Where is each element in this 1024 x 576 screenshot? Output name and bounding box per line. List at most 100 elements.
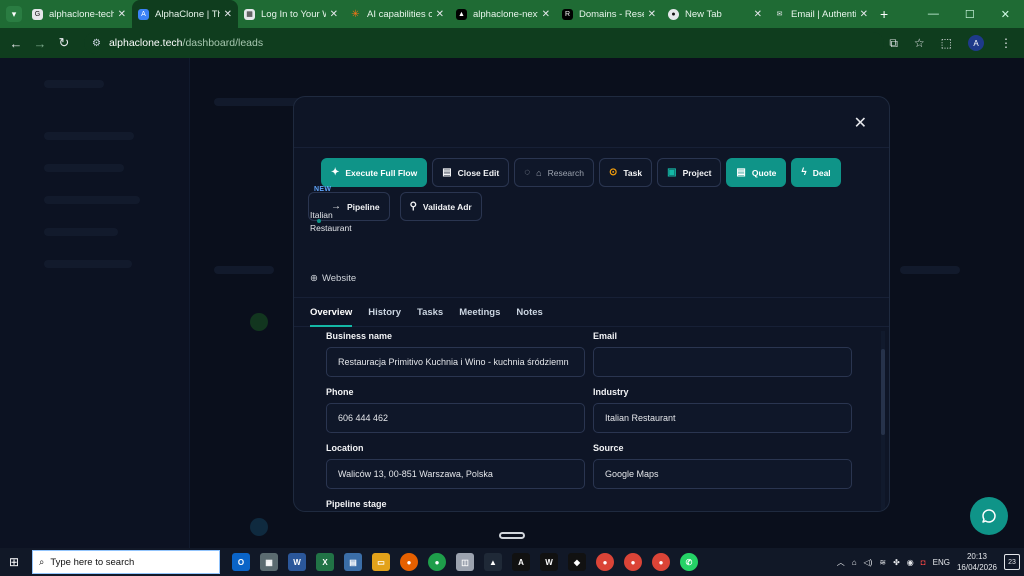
whatsapp-icon[interactable]: ✆ xyxy=(680,553,698,571)
app-icon[interactable]: ◫ xyxy=(456,553,474,571)
browser-tab[interactable]: ✳ AI capabilities o ✕ xyxy=(344,0,450,28)
excel-icon[interactable]: X xyxy=(316,553,334,571)
business-name-field[interactable]: Restauracja Primitivo Kuchnia i Wino - k… xyxy=(326,347,585,377)
network-icon[interactable]: ⌂ xyxy=(852,558,857,567)
outlook-icon[interactable]: O xyxy=(232,553,250,571)
execute-full-flow-button[interactable]: ✦ Execute Full Flow xyxy=(321,158,428,187)
file-explorer-icon[interactable]: ▭ xyxy=(372,553,390,571)
menu-kebab-icon[interactable]: ⋮ xyxy=(1000,36,1012,50)
sparkle-icon: ✳ xyxy=(351,8,360,20)
drag-handle[interactable] xyxy=(499,532,525,539)
validate-address-button[interactable]: ⚲ Validate Adr xyxy=(399,192,482,221)
tab-history[interactable]: History xyxy=(368,297,401,327)
clock-date: 16/04/2026 xyxy=(956,563,997,572)
task-button[interactable]: ⊙ Task xyxy=(598,158,653,187)
forward-icon[interactable]: → xyxy=(28,36,52,51)
word-icon[interactable]: W xyxy=(288,553,306,571)
chrome-icon[interactable]: ● xyxy=(624,553,642,571)
industry-tooltip: Italian Restaurant xyxy=(310,209,352,235)
tab-tasks[interactable]: Tasks xyxy=(417,297,443,327)
taskbar-search-input[interactable]: ⌕ Type here to search xyxy=(32,550,220,574)
close-tab-icon[interactable]: ✕ xyxy=(542,9,550,20)
phone-field[interactable]: 606 444 462 xyxy=(326,403,585,433)
browser-tab[interactable]: ▲ alphaclone-next ✕ xyxy=(450,0,556,28)
tab-notes[interactable]: Notes xyxy=(516,297,542,327)
chevron-up-icon[interactable]: ︿ xyxy=(837,557,845,568)
firefox-icon[interactable]: ● xyxy=(400,553,418,571)
close-icon[interactable]: ✕ xyxy=(854,113,867,133)
bookmark-star-icon[interactable]: ☆ xyxy=(914,36,925,50)
app-tray-icon[interactable]: ◉ xyxy=(907,558,914,567)
button-label: Execute Full Flow xyxy=(345,167,418,178)
tab-search-button[interactable]: ▾ xyxy=(6,6,22,22)
close-edit-button[interactable]: ▤ Close Edit xyxy=(432,158,510,187)
bg-placeholder xyxy=(44,228,118,236)
close-tab-icon[interactable]: ✕ xyxy=(754,9,762,20)
calculator-icon[interactable]: ▤ xyxy=(344,553,362,571)
language-indicator[interactable]: ENG xyxy=(933,558,950,567)
action-buttons: ✦ Execute Full Flow ▤ Close Edit ◌ ⌂ Researc… xyxy=(321,158,841,187)
clock[interactable]: 20:13 16/04/2026 xyxy=(957,551,997,573)
deal-button[interactable]: ϟ Deal xyxy=(791,158,841,187)
industry-field[interactable]: Italian Restaurant xyxy=(593,403,852,433)
domains-icon: R xyxy=(562,8,573,20)
bg-placeholder xyxy=(44,132,134,140)
browser-tab[interactable]: ● New Tab ✕ xyxy=(662,0,768,28)
close-tab-icon[interactable]: ✕ xyxy=(330,9,338,20)
app-icon[interactable]: A xyxy=(512,553,530,571)
browser-tab[interactable]: ▦ Log In to Your W ✕ xyxy=(238,0,344,28)
address-bar[interactable]: ⚙ alphaclone.tech/dashboard/leads xyxy=(84,32,884,54)
location-field[interactable]: Waliców 13, 00-851 Warszawa, Polska xyxy=(326,459,585,489)
research-button[interactable]: ◌ ⌂ Research xyxy=(514,158,594,187)
browser-tab-active[interactable]: A AlphaClone | The ✕ xyxy=(132,0,238,28)
browser-tab[interactable]: ✉ Email | Authentic ✕ xyxy=(768,0,874,28)
minimize-icon[interactable]: — xyxy=(928,8,939,20)
back-icon[interactable]: ← xyxy=(4,36,28,51)
tab-title: alphaclone-tech xyxy=(49,8,114,20)
email-label: Email xyxy=(593,331,618,341)
tab-overview[interactable]: Overview xyxy=(310,297,353,327)
extensions-icon[interactable]: ⬚ xyxy=(941,36,952,50)
chat-button[interactable] xyxy=(970,497,1008,535)
volume-icon[interactable]: ◁) xyxy=(864,558,873,567)
chrome-icon[interactable]: ● xyxy=(596,553,614,571)
sidebar xyxy=(0,58,190,548)
settings-icon[interactable]: ✤ xyxy=(893,558,900,567)
close-tab-icon[interactable]: ✕ xyxy=(224,9,232,20)
site-info-icon[interactable]: ⚙ xyxy=(92,38,101,49)
maximize-icon[interactable]: ☐ xyxy=(965,8,975,21)
website-link[interactable]: ⊕ Website xyxy=(310,273,356,284)
button-label: Validate Adr xyxy=(422,201,472,212)
chrome-profile-icon[interactable]: ● xyxy=(428,553,446,571)
website-label: Website xyxy=(321,273,357,284)
browser-tab[interactable]: Galphaclone-tech ✕ xyxy=(26,0,132,28)
app-icon[interactable]: W xyxy=(540,553,558,571)
tooltip-line: Restaurant xyxy=(310,223,352,233)
windows-start-icon[interactable]: ⊞ xyxy=(0,555,28,569)
close-tab-icon[interactable]: ✕ xyxy=(118,9,126,20)
quote-button[interactable]: ▤ Quote xyxy=(726,158,787,187)
profile-avatar[interactable]: A xyxy=(968,35,984,51)
tab-title: alphaclone-next xyxy=(473,8,538,20)
cast-icon[interactable]: ⧉ xyxy=(889,36,898,51)
browser-tab[interactable]: R Domains - Resen ✕ xyxy=(556,0,662,28)
tab-meetings[interactable]: Meetings xyxy=(459,297,500,327)
chrome-icon[interactable]: ● xyxy=(652,553,670,571)
project-button[interactable]: ▣ Project xyxy=(657,158,722,187)
reload-icon[interactable]: ↻ xyxy=(52,35,76,51)
app-icon[interactable]: ▲ xyxy=(484,553,502,571)
app-tray-icon[interactable]: ◘ xyxy=(921,558,926,567)
close-window-icon[interactable]: ✕ xyxy=(1001,8,1010,21)
new-tab-button[interactable]: + xyxy=(880,6,888,22)
scrollbar-thumb[interactable] xyxy=(881,349,885,435)
source-field[interactable]: Google Maps xyxy=(593,459,852,489)
bolt-icon: ϟ xyxy=(801,167,807,178)
app-icon[interactable]: ▦ xyxy=(260,553,278,571)
close-tab-icon[interactable]: ✕ xyxy=(436,9,444,20)
close-tab-icon[interactable]: ✕ xyxy=(648,9,656,20)
notifications-icon[interactable]: 23 xyxy=(1004,554,1020,570)
email-field[interactable] xyxy=(593,347,852,377)
close-tab-icon[interactable]: ✕ xyxy=(860,9,868,20)
wifi-icon[interactable]: ≋ xyxy=(879,558,886,567)
app-icon[interactable]: ◆ xyxy=(568,553,586,571)
